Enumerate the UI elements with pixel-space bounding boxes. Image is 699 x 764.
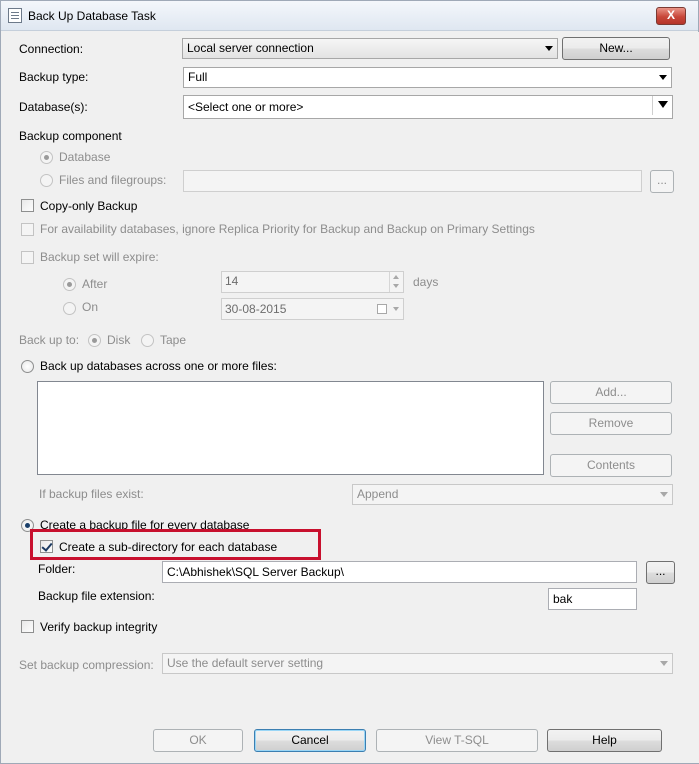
disk-label: Disk: [107, 333, 131, 347]
backup-component-label: Backup component: [19, 129, 122, 143]
dropdown-arrow-icon: [652, 96, 672, 115]
filegroups-input[interactable]: [183, 170, 642, 192]
help-button[interactable]: Help: [547, 729, 662, 752]
expire-date-picker[interactable]: 30-08-2015: [221, 298, 404, 320]
close-icon[interactable]: X: [656, 7, 686, 25]
subdir-checkbox[interactable]: [40, 540, 53, 553]
expire-on-radio[interactable]: [63, 302, 76, 315]
view-tsql-button[interactable]: View T-SQL: [376, 729, 538, 752]
databases-label: Database(s):: [19, 100, 88, 114]
remove-file-button[interactable]: Remove: [550, 412, 672, 435]
expire-date-value: 30-08-2015: [225, 302, 287, 316]
compression-dropdown[interactable]: Use the default server setting: [162, 653, 673, 674]
if-exists-label: If backup files exist:: [39, 487, 144, 501]
expire-days-unit: days: [413, 275, 439, 289]
add-file-button[interactable]: Add...: [550, 381, 672, 404]
if-exists-dropdown[interactable]: Append: [352, 484, 673, 505]
disk-radio[interactable]: [88, 334, 101, 347]
extension-value: bak: [553, 592, 573, 606]
dropdown-arrow-icon: [393, 307, 399, 311]
compression-value: Use the default server setting: [167, 656, 324, 670]
across-files-radio[interactable]: [21, 360, 34, 373]
availability-checkbox[interactable]: [21, 223, 34, 236]
filegroups-browse-button[interactable]: ...: [650, 170, 674, 193]
expire-days-spinner[interactable]: 14: [221, 271, 404, 293]
verify-label: Verify backup integrity: [40, 620, 158, 634]
task-icon: [8, 8, 22, 23]
calendar-icon[interactable]: [377, 304, 387, 314]
spinner-up-icon[interactable]: [389, 272, 403, 282]
folder-browse-button[interactable]: ...: [646, 561, 675, 584]
connection-value: Local server connection: [187, 41, 314, 55]
backup-type-dropdown[interactable]: Full: [183, 67, 672, 88]
across-files-label: Back up databases across one or more fil…: [40, 359, 277, 373]
expire-label: Backup set will expire:: [40, 250, 159, 264]
expire-on-label: On: [82, 300, 99, 314]
new-connection-button[interactable]: New...: [562, 37, 670, 60]
dialog-body: Connection: Local server connection New.…: [2, 32, 699, 763]
folder-value: C:\Abhishek\SQL Server Backup\: [167, 565, 344, 579]
contents-button[interactable]: Contents: [550, 454, 672, 477]
dropdown-arrow-icon: [660, 661, 668, 666]
back-up-to-label: Back up to:: [19, 333, 80, 347]
availability-label: For availability databases, ignore Repli…: [40, 222, 535, 236]
connection-label: Connection:: [19, 42, 84, 56]
folder-input[interactable]: C:\Abhishek\SQL Server Backup\: [162, 561, 637, 583]
backup-type-value: Full: [188, 70, 208, 84]
compression-label: Set backup compression:: [19, 658, 154, 672]
databases-value: <Select one or more>: [188, 100, 304, 114]
dropdown-arrow-icon: [659, 75, 667, 80]
files-component-radio[interactable]: [40, 174, 53, 187]
copy-only-label: Copy-only Backup: [40, 199, 138, 213]
expire-days-value: 14: [225, 274, 239, 288]
subdir-label: Create a sub-directory for each database: [59, 540, 278, 554]
database-component-label: Database: [59, 150, 111, 164]
databases-dropdown[interactable]: <Select one or more>: [183, 95, 673, 119]
dropdown-arrow-icon: [660, 492, 668, 497]
dropdown-arrow-icon: [545, 46, 553, 51]
files-component-label: Files and filegroups:: [59, 173, 167, 187]
ok-button[interactable]: OK: [153, 729, 243, 752]
extension-input[interactable]: bak: [548, 588, 637, 610]
backup-type-label: Backup type:: [19, 70, 89, 84]
backup-files-list[interactable]: [37, 381, 544, 475]
back-up-database-dialog: Back Up Database Task X Connection: Loca…: [0, 0, 699, 764]
window-title: Back Up Database Task: [28, 9, 156, 23]
tape-label: Tape: [160, 333, 187, 347]
connection-dropdown[interactable]: Local server connection: [182, 38, 558, 59]
cancel-button[interactable]: Cancel: [254, 729, 366, 752]
verify-checkbox[interactable]: [21, 620, 34, 633]
expire-after-label: After: [82, 277, 108, 291]
title-bar: Back Up Database Task X: [1, 1, 698, 31]
expire-after-radio[interactable]: [63, 278, 76, 291]
expire-checkbox[interactable]: [21, 251, 34, 264]
spinner-down-icon[interactable]: [389, 282, 403, 292]
folder-label: Folder:: [38, 562, 76, 576]
copy-only-checkbox[interactable]: [21, 199, 34, 212]
if-exists-value: Append: [357, 487, 399, 501]
extension-label: Backup file extension:: [38, 589, 155, 603]
database-component-radio[interactable]: [40, 151, 53, 164]
tape-radio[interactable]: [141, 334, 154, 347]
